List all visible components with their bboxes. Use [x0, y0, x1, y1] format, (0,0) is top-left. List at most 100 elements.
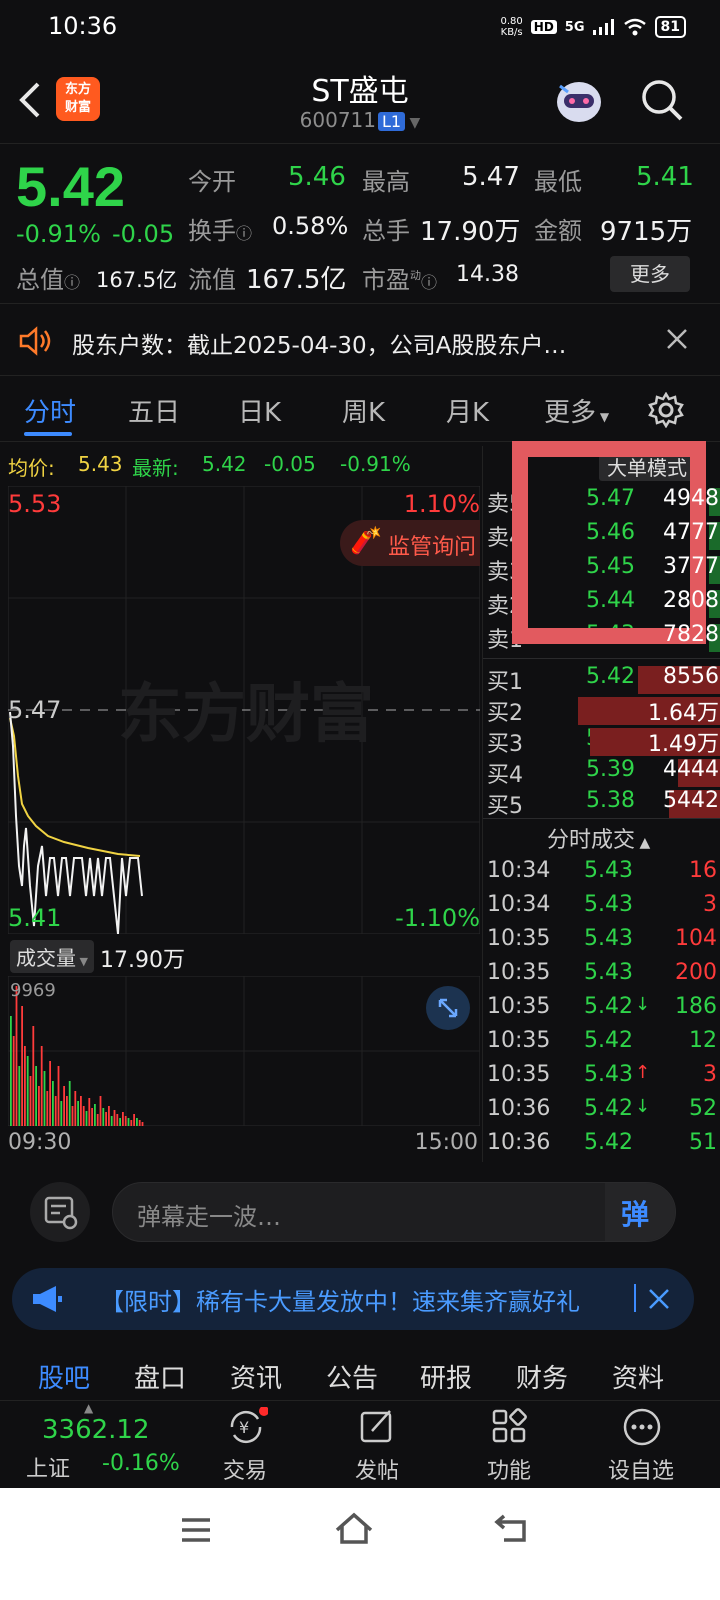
comment-settings-button[interactable]: [30, 1182, 90, 1242]
volume-bar: [21, 1006, 23, 1126]
status-bar: 10:36 0.80 KB/s HD 5G 81: [0, 0, 720, 56]
volume-bar: [35, 1066, 37, 1126]
bid-row[interactable]: 买4 5.39 4444: [483, 757, 720, 789]
gear-icon[interactable]: [648, 392, 684, 428]
close-icon[interactable]: [666, 328, 688, 350]
tab-pankou[interactable]: 盘口: [134, 1358, 186, 1395]
more-button[interactable]: 更多: [610, 256, 690, 292]
back-nav-icon[interactable]: [494, 1514, 528, 1544]
volume-selector[interactable]: 成交量 ▼: [10, 940, 94, 973]
chg-pct: -0.91%: [340, 452, 411, 476]
trades-title[interactable]: 分时成交 ▲: [547, 822, 650, 854]
low-value: 5.41: [636, 162, 694, 192]
comment-bar: 弹幕走一波… 弹: [0, 1164, 720, 1260]
index-value: 3362.12: [42, 1415, 150, 1445]
ask-price: 5.45: [586, 554, 635, 579]
intraday-chart[interactable]: 东方财富 5.53 1.10% 5.47 5.41 -1.10% 🧨 监管询问: [7, 485, 481, 935]
turnover-label: 换手ⓘ: [188, 217, 253, 245]
time-start: 09:30: [8, 1130, 72, 1155]
bid-row[interactable]: 买1 5.42 8556: [483, 664, 720, 696]
tab-finance[interactable]: 财务: [516, 1358, 568, 1395]
avg-label: 均价:: [8, 456, 55, 480]
index-name: 上证: [26, 1457, 71, 1482]
tab-research[interactable]: 研报: [420, 1358, 472, 1395]
stock-code-row[interactable]: 600711 L1 ▼: [0, 108, 720, 132]
tab-more[interactable]: 更多 ▼: [544, 392, 609, 429]
large-order-mode[interactable]: 大单模式: [599, 452, 695, 481]
menu-icon[interactable]: [180, 1516, 212, 1544]
trade-time: 10:36: [487, 1096, 551, 1121]
ask-row[interactable]: 卖2 5.44 2808: [483, 588, 720, 620]
bottom-price-label: 5.41: [8, 904, 62, 932]
close-icon[interactable]: [648, 1288, 670, 1310]
quote-panel: 5.42 -0.91% -0.05 总值ⓘ 167.5亿 今开 5.46 最高 …: [0, 144, 720, 304]
search-icon[interactable]: [640, 78, 684, 122]
ask-row[interactable]: 卖1 5.43 7828: [483, 622, 720, 654]
danmaku-send-button[interactable]: 弹: [605, 1183, 675, 1241]
chart-tabs: 分时 五日 日K 周K 月K 更多 ▼: [0, 376, 720, 442]
mktcap-label: 总值ⓘ: [16, 266, 81, 294]
trade-direction-icon: ↑: [635, 1062, 651, 1083]
index-widget[interactable]: ▲ 3362.12 上证 -0.16%: [0, 1401, 180, 1489]
ellipsis-circle-icon: [623, 1408, 661, 1446]
ask-row[interactable]: 卖3 5.45 3777: [483, 554, 720, 586]
bid-price: 5.38: [586, 788, 635, 813]
bid-row[interactable]: 买5 5.38 5442: [483, 788, 720, 820]
ask-label: 卖2: [487, 594, 523, 619]
ask-qty: 4777: [663, 520, 719, 545]
chart-info-row: 均价: 5.43 最新: 5.42 -0.05 -0.91%: [0, 446, 480, 486]
ask-row[interactable]: 卖5 5.47 4948: [483, 486, 720, 518]
tab-daily-k[interactable]: 日K: [238, 392, 281, 429]
trade-icon: ¥: [230, 1407, 268, 1444]
volume-bar: [40, 1046, 43, 1126]
volume-total: 17.90万: [100, 948, 185, 973]
trade-time: 10:35: [487, 926, 551, 951]
top-price-label: 5.53: [8, 490, 62, 518]
bid-qty: 1.49万: [648, 732, 719, 757]
comment-input[interactable]: 弹幕走一波… 弹: [112, 1182, 676, 1242]
tab-five-day[interactable]: 五日: [128, 392, 180, 429]
bid-row[interactable]: 买25.411.64万: [483, 695, 720, 727]
stock-code: 600711: [299, 108, 377, 132]
promo-divider: [634, 1284, 636, 1312]
volume-bar: [32, 1026, 35, 1126]
trade-time: 10:34: [487, 892, 551, 917]
tab-intraday[interactable]: 分时: [24, 392, 76, 429]
fullscreen-button[interactable]: [426, 986, 470, 1030]
tab-guba[interactable]: 股吧: [38, 1358, 90, 1395]
tab-news[interactable]: 资讯: [230, 1358, 282, 1395]
regulatory-badge[interactable]: 🧨 监管询问: [340, 520, 480, 566]
info-icon: ⓘ: [421, 273, 438, 292]
ask-qty: 2808: [663, 588, 719, 613]
bid-label: 买3: [487, 732, 523, 757]
wifi-icon: [623, 18, 646, 36]
volume-bar: [94, 1104, 96, 1126]
notice-bar[interactable]: 股东户数：截止2025-04-30，公司A股股东户…: [0, 306, 720, 376]
promo-text: 【限时】稀有卡大量发放中！速来集齐赢好礼: [100, 1288, 580, 1316]
stock-title: ST盛屯: [311, 74, 409, 109]
amount-label: 金额: [534, 217, 582, 245]
tab-announcements[interactable]: 公告: [326, 1358, 378, 1395]
home-icon[interactable]: [334, 1512, 374, 1546]
promo-banner[interactable]: 【限时】稀有卡大量发放中！速来集齐赢好礼: [12, 1268, 694, 1330]
bid-row[interactable]: 买35.401.49万: [483, 726, 720, 758]
megaphone-icon: [33, 1286, 62, 1312]
notice-text: 股东户数：截止2025-04-30，公司A股股东户…: [72, 333, 567, 359]
triangle-up-icon: ▲: [84, 1401, 94, 1415]
chevron-down-icon: ▼: [405, 115, 421, 131]
bid-label: 买5: [487, 794, 523, 819]
volume-bar: [82, 1106, 85, 1126]
volume-bar: [108, 1106, 110, 1126]
trade-time: 10:34: [487, 858, 551, 883]
trade-row: 10:35 5.42 ↓ 186: [483, 994, 720, 1028]
tab-monthly-k[interactable]: 月K: [446, 392, 489, 429]
robot-assistant-icon[interactable]: [552, 74, 606, 126]
trade-qty: 104: [675, 926, 717, 951]
svg-text:¥: ¥: [239, 1418, 249, 1437]
tab-weekly-k[interactable]: 周K: [342, 392, 385, 429]
bid-label: 买2: [487, 701, 523, 726]
book-divider: [483, 658, 720, 659]
ask-row[interactable]: 卖4 5.46 4777: [483, 520, 720, 552]
tab-profile[interactable]: 资料: [612, 1358, 664, 1395]
volume-bar: [74, 1091, 77, 1126]
